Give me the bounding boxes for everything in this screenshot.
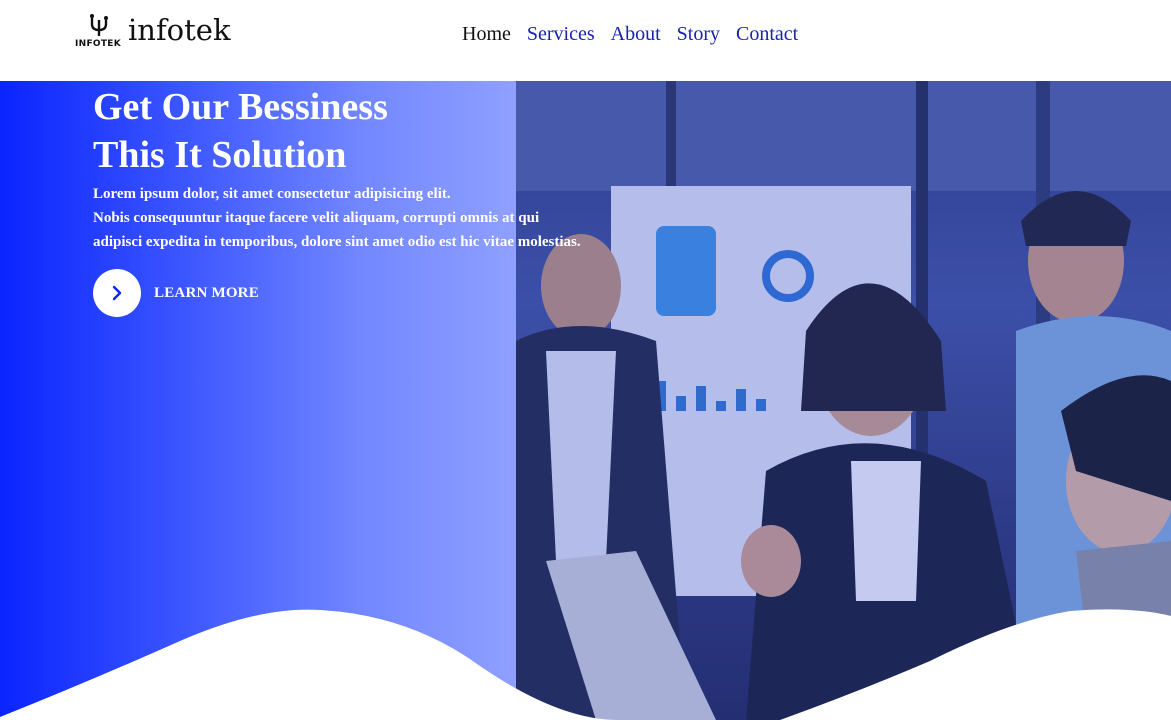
nav-contact[interactable]: Contact [736,21,798,47]
brand-name[interactable]: infotek [128,12,231,48]
nav-services[interactable]: Services [527,21,595,47]
logo-mark-icon [90,14,108,36]
nav-home[interactable]: Home [462,21,511,47]
logo-text: INFOTEK [74,39,122,49]
logo[interactable]: INFOTEK [74,14,124,52]
nav-story[interactable]: Story [677,21,720,47]
nav-about[interactable]: About [611,21,661,47]
site-header: INFOTEK infotek Home Services About Stor… [0,0,1171,81]
hero-section: Get Our Bessiness This It Solution Lorem… [0,81,1171,720]
hero-wave-divider [0,609,1171,720]
main-nav: Home Services About Story Contact [462,21,798,47]
